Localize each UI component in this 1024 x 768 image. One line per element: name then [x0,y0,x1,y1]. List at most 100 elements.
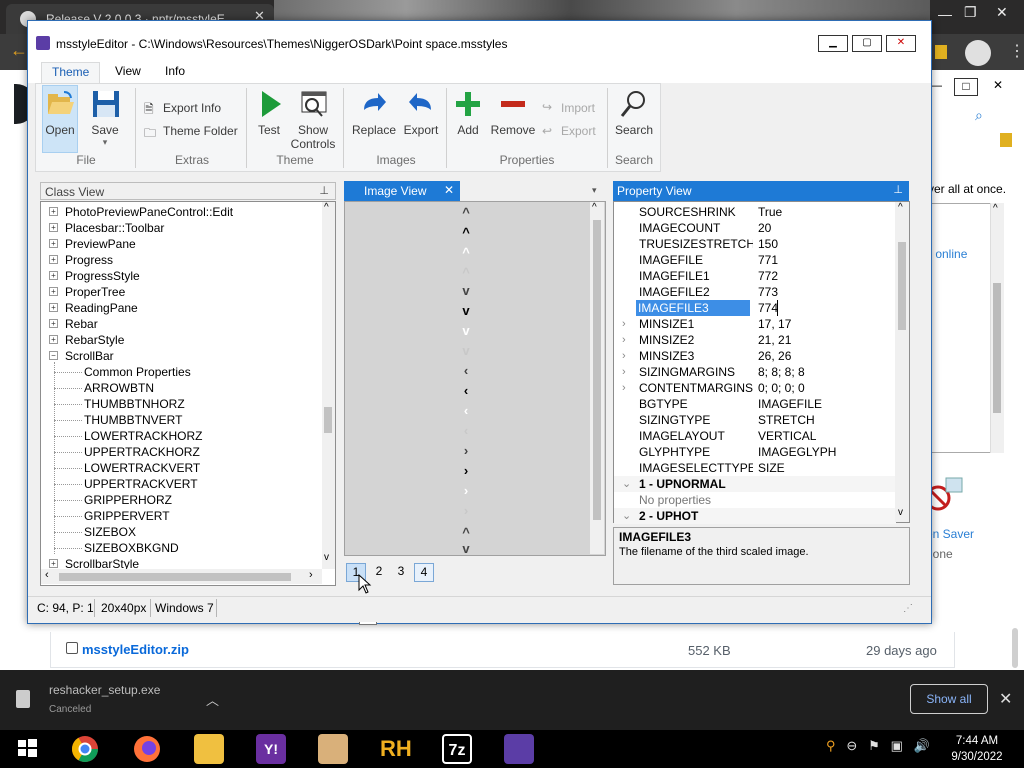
close-icon[interactable]: ✕ [999,689,1012,709]
property-row[interactable]: IMAGESELECTTYPE SIZE [614,460,896,476]
search-icon[interactable]: ⚲ [826,738,836,753]
add-button[interactable]: Add [445,88,491,137]
tree-item[interactable]: SIZEBOXBKGND [41,540,321,556]
page-3-button[interactable]: 3 [391,563,411,582]
property-row[interactable]: › CONTENTMARGINS 0; 0; 0; 0 [614,380,896,396]
chevron-right-icon[interactable]: › [622,364,626,380]
tree-item[interactable]: UPPERTRACKVERT [41,476,321,492]
scroll-down-icon[interactable]: v [324,552,329,563]
tab-theme[interactable]: Theme [41,62,101,84]
resource-hacker-icon[interactable]: RH [380,734,412,764]
expand-icon[interactable]: + [49,287,58,296]
chevron-right-icon[interactable]: › [622,348,626,364]
volume-icon[interactable]: 🔊 [914,738,930,753]
minimize-button[interactable]: ▁ [818,35,848,52]
background-scrollbar[interactable]: ^ [990,203,1004,453]
tree-item[interactable]: UPPERTRACKHORZ [41,444,321,460]
expand-icon[interactable]: + [49,207,58,216]
expand-icon[interactable]: + [49,223,58,232]
resize-grip-icon[interactable]: ⋰ [903,603,913,614]
tree-item[interactable]: GRIPPERVERT [41,508,321,524]
export-prop-button[interactable]: Export [561,124,596,138]
7zip-icon[interactable]: 7z [442,734,472,764]
scroll-up-icon[interactable]: ^ [324,202,329,213]
property-grid[interactable]: SOURCESHRINK True IMAGECOUNT 20 TRUESIZESTRE… [613,201,910,524]
close-icon[interactable]: ✕ [996,4,1008,21]
close-icon[interactable]: ✕ [444,183,454,197]
tab-image-view[interactable]: Image View ✕ [344,181,460,201]
search-icon[interactable]: ⌕ [975,107,983,124]
msstyleeditor-icon[interactable] [504,734,534,764]
image-view-scrollbar[interactable]: ^ [590,202,604,554]
replace-button[interactable]: Replace [351,88,397,137]
yahoo-icon[interactable]: Y! [256,734,286,764]
open-button[interactable]: Open [37,88,83,137]
property-scrollbar[interactable]: ^ v [895,202,909,522]
property-row[interactable]: › MINSIZE1 17, 17 [614,316,896,332]
close-button[interactable]: ✕ [886,35,916,52]
app-icon[interactable] [318,734,348,764]
chevron-right-icon[interactable]: › [622,316,626,332]
show-controls-button[interactable]: Show Controls [290,88,336,151]
export-info-button[interactable]: Export Info [163,101,221,115]
property-row[interactable]: BGTYPE IMAGEFILE [614,396,896,412]
property-row[interactable]: IMAGECOUNT 20 [614,220,896,236]
scroll-thumb[interactable] [898,242,906,330]
tree-item[interactable]: + Rebar [41,316,321,332]
scroll-up-icon[interactable]: ^ [592,202,597,213]
scroll-down-icon[interactable]: v [898,507,903,518]
property-row[interactable]: SIZINGTYPE STRETCH [614,412,896,428]
back-arrow-icon[interactable]: ← [10,40,28,61]
export-image-button[interactable]: Export [398,88,444,137]
dropdown-arrow-icon[interactable]: ▾ [82,137,128,148]
scroll-left-icon[interactable]: ‹ [45,569,49,581]
tree-item[interactable]: + ProperTree [41,284,321,300]
scroll-thumb[interactable] [593,220,601,520]
restore-icon[interactable]: ❐ [964,4,977,21]
expand-icon[interactable]: + [49,255,58,264]
file-explorer-icon[interactable] [194,734,224,764]
system-tray[interactable]: ⚲ ⊖ ⚑ ▣ 🔊 [826,738,930,754]
maximize-icon[interactable]: □ [954,78,978,96]
chevron-up-icon[interactable]: ︿ [206,690,219,709]
theme-folder-button[interactable]: Theme Folder [163,124,238,138]
expand-icon[interactable]: + [49,271,58,280]
chevron-right-icon[interactable]: › [622,332,626,348]
class-view-hscrollbar[interactable]: ‹ › [41,569,322,584]
property-value-input[interactable]: 774 [758,300,778,316]
import-button[interactable]: Import [561,101,595,115]
property-row[interactable]: › MINSIZE3 26, 26 [614,348,896,364]
remove-button[interactable]: Remove [490,88,536,137]
property-row[interactable]: TRUESIZESTRETCHM 150 [614,236,896,252]
property-row[interactable]: IMAGEFILE1 772 [614,268,896,284]
chevron-down-icon[interactable]: ⌄ [622,476,631,492]
background-link[interactable]: s online [926,247,967,261]
page-scrollbar-thumb[interactable] [1012,628,1018,668]
asset-link[interactable]: msstyleEditor.zip [82,642,189,657]
menu-dots-icon[interactable]: ⋮ [1009,42,1024,62]
chevron-down-icon[interactable]: ⌄ [622,508,631,524]
tree-item[interactable]: Common Properties [41,364,321,380]
test-button[interactable]: Test [246,88,292,137]
chevron-right-icon[interactable]: › [622,380,626,396]
tree-item[interactable]: LOWERTRACKHORZ [41,428,321,444]
browser-window-controls[interactable]: — ❐ ✕ [930,0,1024,34]
screensaver-label[interactable]: en Saver [926,527,974,541]
scroll-right-icon[interactable]: › [309,569,313,581]
class-view-tree[interactable]: + PhotoPreviewPaneControl::Edit + Placesbar… [40,201,336,586]
minimize-icon[interactable]: — [938,6,952,22]
expand-icon[interactable]: + [49,303,58,312]
section-upnormal[interactable]: ⌄ 1 - UPNORMAL [614,476,896,492]
search-button[interactable]: Search [611,88,657,137]
collapse-icon[interactable]: − [49,351,58,360]
property-row[interactable]: IMAGEFILE 771 [614,252,896,268]
property-row[interactable]: GLYPHTYPE IMAGEGLYPH [614,444,896,460]
tree-item[interactable]: + Progress [41,252,321,268]
tree-item[interactable]: + PreviewPane [41,236,321,252]
tree-item[interactable]: + PhotoPreviewPaneControl::Edit [41,204,321,220]
property-row[interactable]: SOURCESHRINK True [614,204,896,220]
tree-item[interactable]: − ScrollBar [41,348,321,364]
property-row[interactable]: IMAGELAYOUT VERTICAL [614,428,896,444]
tree-item[interactable]: LOWERTRACKVERT [41,460,321,476]
property-row[interactable]: IMAGEFILE2 773 [614,284,896,300]
